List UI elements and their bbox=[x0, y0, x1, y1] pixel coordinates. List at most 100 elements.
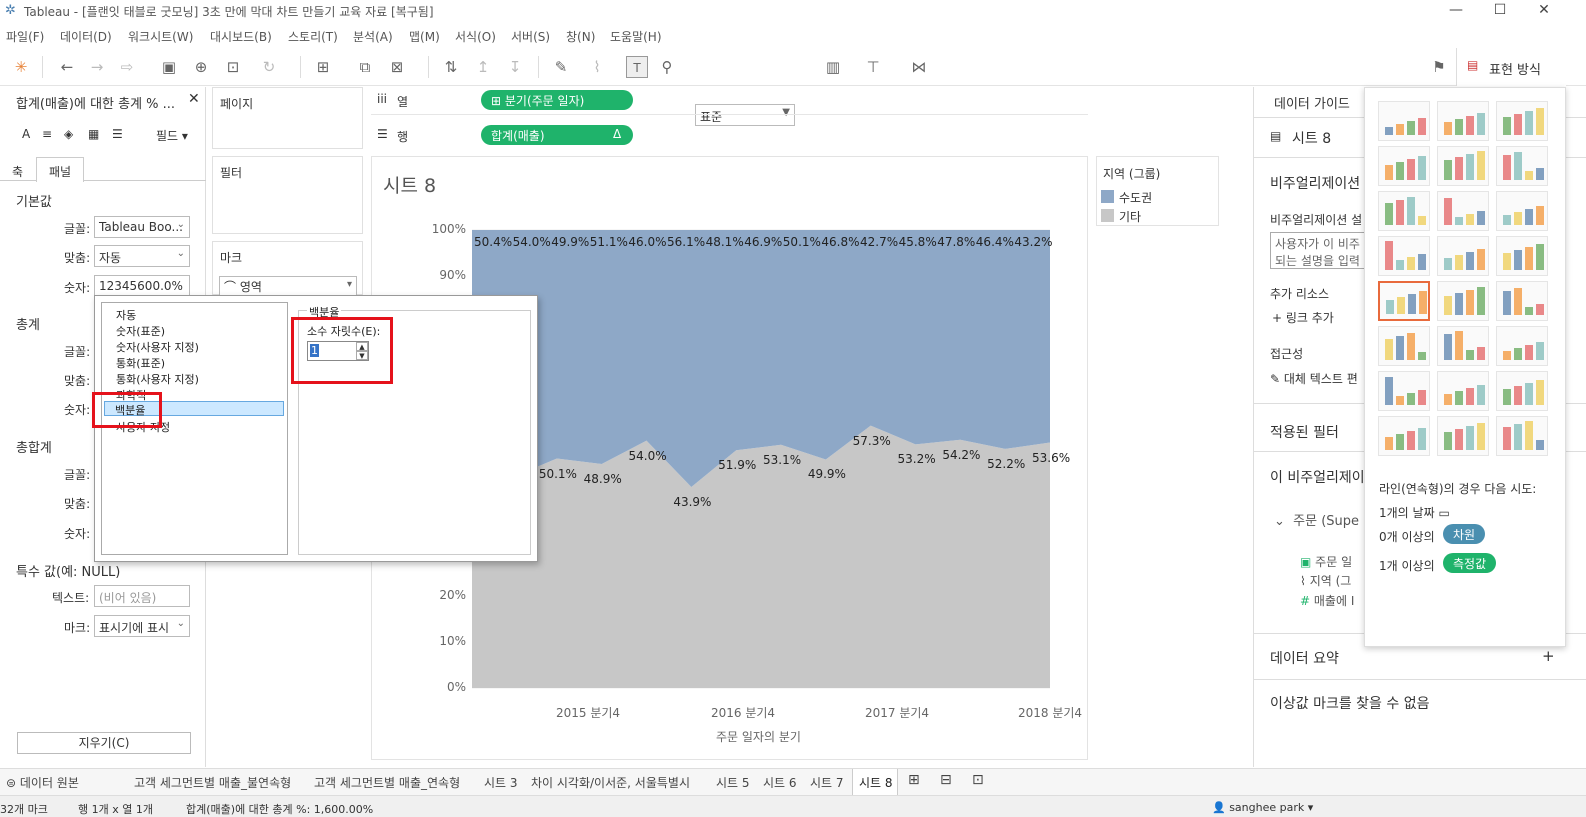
format-brush-icon[interactable]: ⚑ bbox=[1428, 56, 1450, 78]
highlight-icon[interactable]: ✎ bbox=[550, 56, 572, 78]
show-labels-icon[interactable]: T bbox=[626, 56, 648, 78]
menu-file[interactable]: 파일(F) bbox=[6, 28, 44, 45]
maximize-button[interactable]: ☐ bbox=[1478, 0, 1522, 22]
tableau-home-icon[interactable]: ✳ bbox=[10, 56, 32, 78]
show-cards-icon[interactable]: ▥ bbox=[822, 56, 844, 78]
chart-type-thumbnail[interactable] bbox=[1437, 281, 1489, 321]
menu-server[interactable]: 서버(S) bbox=[511, 28, 550, 45]
legend-item-capital[interactable]: 수도권 bbox=[1119, 189, 1152, 206]
chart-type-thumbnail[interactable] bbox=[1437, 191, 1489, 231]
close-window-button[interactable]: ✕ bbox=[1522, 0, 1566, 22]
undo-icon[interactable]: ← bbox=[56, 56, 78, 78]
swap-icon[interactable]: ⇅ bbox=[440, 56, 462, 78]
sum-sales-pill[interactable]: 합계(매출) Δ bbox=[481, 125, 633, 145]
chart-type-thumbnail[interactable] bbox=[1496, 191, 1548, 231]
chart-type-thumbnail[interactable] bbox=[1496, 326, 1548, 366]
chart-type-thumbnail[interactable] bbox=[1496, 416, 1548, 456]
number-dropdown[interactable]: 12345600.0% bbox=[94, 275, 190, 297]
menu-analysis[interactable]: 분석(A) bbox=[353, 28, 393, 45]
chart-type-thumbnail[interactable] bbox=[1437, 326, 1489, 366]
chart-type-thumbnail[interactable] bbox=[1496, 371, 1548, 411]
chart-type-thumbnail[interactable] bbox=[1378, 281, 1430, 321]
tab-pane[interactable]: 패널 bbox=[36, 157, 84, 182]
format-option-currency-std[interactable]: 통화(표준) bbox=[116, 355, 165, 371]
tab-sheet-7[interactable]: 시트 7 bbox=[810, 774, 844, 791]
special-text-input[interactable]: (비어 있음) bbox=[94, 585, 190, 607]
chart-type-thumbnail[interactable] bbox=[1496, 101, 1548, 141]
chart-type-thumbnail[interactable] bbox=[1378, 101, 1430, 141]
menu-format[interactable]: 서식(O) bbox=[455, 28, 496, 45]
font-dropdown[interactable]: Tableau Boo... ⌄ bbox=[94, 216, 190, 238]
chart-type-thumbnail[interactable] bbox=[1378, 236, 1430, 276]
borders-format-icon[interactable]: ▦ bbox=[88, 127, 99, 141]
menu-story[interactable]: 스토리(T) bbox=[288, 28, 338, 45]
sort-asc-icon[interactable]: ↥ bbox=[472, 56, 494, 78]
save-icon[interactable]: ▣ bbox=[158, 56, 180, 78]
menu-data[interactable]: 데이터(D) bbox=[60, 28, 112, 45]
user-menu[interactable]: 👤 sanghee park ▾ bbox=[1212, 801, 1313, 814]
chart-type-thumbnail[interactable] bbox=[1437, 236, 1489, 276]
menu-worksheet[interactable]: 워크시트(W) bbox=[128, 28, 193, 45]
chart-type-thumbnail[interactable] bbox=[1378, 191, 1430, 231]
legend-item-other[interactable]: 기타 bbox=[1119, 208, 1141, 225]
tab-segment-discrete[interactable]: 고객 세그먼트별 매출_불연속형 bbox=[134, 774, 291, 791]
lines-format-icon[interactable]: ☰ bbox=[112, 127, 123, 141]
replay-icon[interactable]: ⇨ bbox=[116, 56, 138, 78]
chart-type-thumbnail[interactable] bbox=[1378, 146, 1430, 186]
menu-dashboard[interactable]: 대시보드(B) bbox=[210, 28, 272, 45]
fields-dropdown[interactable]: 필드 ▾ bbox=[156, 127, 188, 144]
chart-type-thumbnail[interactable] bbox=[1496, 281, 1548, 321]
clear-button[interactable]: 지우기(C) bbox=[17, 732, 191, 754]
tab-axis[interactable]: 축 bbox=[12, 163, 23, 180]
add-link-button[interactable]: + 링크 추가 bbox=[1272, 309, 1334, 326]
chart-type-thumbnail[interactable] bbox=[1378, 326, 1430, 366]
chart-type-thumbnail[interactable] bbox=[1437, 101, 1489, 141]
presentation-icon[interactable]: ⊤ bbox=[862, 56, 884, 78]
format-option-auto[interactable]: 자동 bbox=[116, 307, 136, 323]
tab-diff-viz[interactable]: 차이 시각화/이서준, 서울특별시 bbox=[531, 774, 690, 791]
close-pane-icon[interactable]: ✕ bbox=[188, 91, 200, 107]
tab-sheet-3[interactable]: 시트 3 bbox=[484, 774, 518, 791]
new-datasource-icon[interactable]: ⊕ bbox=[190, 56, 212, 78]
new-sheet-icon[interactable]: ⊞ bbox=[908, 772, 920, 788]
tab-data-source[interactable]: ⊜ 데이터 원본 bbox=[6, 774, 79, 791]
redo-icon[interactable]: → bbox=[86, 56, 108, 78]
format-option-number-std[interactable]: 숫자(표준) bbox=[116, 323, 165, 339]
group-icon[interactable]: ⌇ bbox=[586, 56, 608, 78]
duplicate-sheet-icon[interactable]: ⧉ bbox=[354, 56, 376, 78]
format-option-currency-custom[interactable]: 통화(사용자 지정) bbox=[116, 371, 199, 387]
rows-shelf[interactable]: ☰ 행 합계(매출) Δ bbox=[371, 121, 1088, 149]
new-worksheet-icon[interactable]: ⊞ bbox=[312, 56, 334, 78]
filters-shelf[interactable]: 필터 bbox=[212, 156, 363, 234]
new-dashboard-icon[interactable]: ⊟ bbox=[940, 772, 952, 788]
menu-help[interactable]: 도움말(H) bbox=[610, 28, 662, 45]
legend-swatch-other[interactable] bbox=[1101, 209, 1114, 222]
tab-sheet-6[interactable]: 시트 6 bbox=[763, 774, 797, 791]
align-format-icon[interactable]: ≡ bbox=[42, 127, 52, 141]
share-icon[interactable]: ⋈ bbox=[908, 56, 930, 78]
refresh-icon[interactable]: ↻ bbox=[258, 56, 280, 78]
shading-format-icon[interactable]: ◈ bbox=[64, 127, 73, 141]
clear-sheet-icon[interactable]: ⊠ bbox=[386, 56, 408, 78]
sort-desc-icon[interactable]: ↧ bbox=[504, 56, 526, 78]
minimize-button[interactable]: — bbox=[1434, 0, 1478, 22]
menu-map[interactable]: 맵(M) bbox=[409, 28, 440, 45]
marks-dropdown[interactable]: 표시기에 표시 ⌄ bbox=[94, 615, 190, 637]
show-me-button[interactable]: ▤ 표현 방식 bbox=[1456, 48, 1566, 86]
menu-window[interactable]: 창(N) bbox=[566, 28, 595, 45]
chart-type-thumbnail[interactable] bbox=[1496, 236, 1548, 276]
tab-sheet-5[interactable]: 시트 5 bbox=[716, 774, 750, 791]
order-group-toggle[interactable]: ⌄ 주문 (Supe bbox=[1274, 510, 1359, 529]
align-dropdown[interactable]: 자동 ⌄ bbox=[94, 245, 190, 267]
chart-type-thumbnail[interactable] bbox=[1437, 416, 1489, 456]
mark-type-dropdown[interactable]: ⌒ 영역 ▾ bbox=[219, 276, 357, 296]
chart-type-thumbnail[interactable] bbox=[1378, 371, 1430, 411]
new-story-icon[interactable]: ⊡ bbox=[972, 772, 984, 788]
chart-type-thumbnail[interactable] bbox=[1437, 371, 1489, 411]
pages-shelf[interactable]: 페이지 bbox=[212, 87, 363, 149]
tab-segment-continuous[interactable]: 고객 세그먼트별 매출_연속형 bbox=[314, 774, 460, 791]
font-format-icon[interactable]: A bbox=[22, 127, 30, 141]
chart-type-thumbnail[interactable] bbox=[1378, 416, 1430, 456]
expand-summary-icon[interactable]: + bbox=[1542, 647, 1555, 665]
quarter-order-date-pill[interactable]: ⊞ 분기(주문 일자) bbox=[481, 90, 633, 110]
